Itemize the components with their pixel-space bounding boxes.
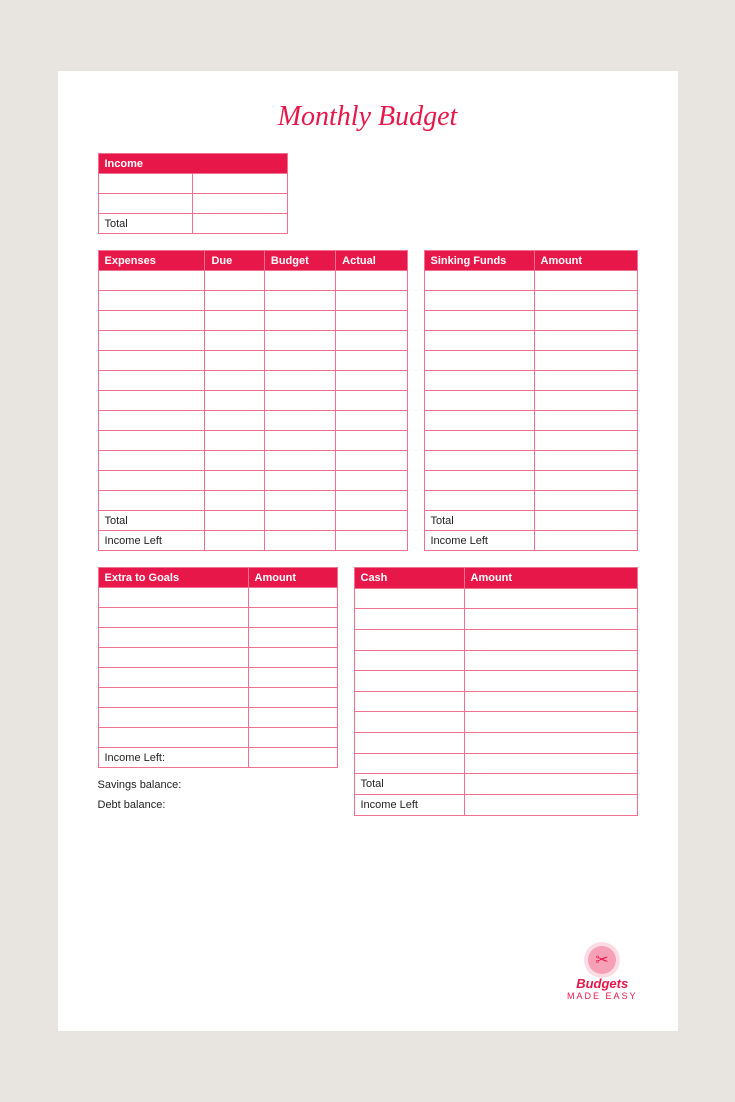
cash-table: Cash Amount Total Income Left: [354, 567, 638, 816]
sinking-funds-row: [424, 331, 637, 351]
logo-made-easy-text: MADE EASY: [567, 991, 638, 1001]
bottom-section: Extra to Goals Amount Income Left: Savin…: [98, 567, 638, 816]
sinking-funds-row: [424, 311, 637, 331]
expenses-row: [98, 271, 407, 291]
extra-goals-row: [98, 648, 337, 668]
expenses-row: [98, 411, 407, 431]
sinking-funds-row: [424, 371, 637, 391]
expenses-income-left-row: Income Left: [98, 531, 407, 551]
sinking-funds-row: [424, 491, 637, 511]
expenses-header-row: Expenses Due Budget Actual: [98, 251, 407, 271]
cash-row: [354, 609, 637, 630]
cash-row: [354, 650, 637, 671]
expenses-row: [98, 451, 407, 471]
expenses-row: [98, 431, 407, 451]
sinking-funds-row: [424, 291, 637, 311]
expenses-row: [98, 371, 407, 391]
income-row-1: [98, 174, 287, 194]
cash-col-header: Cash: [354, 568, 464, 589]
debt-balance-label: Debt balance:: [98, 796, 338, 816]
budget-page: Monthly Budget Income Total Ex: [58, 71, 678, 1031]
sinking-funds-row: [424, 451, 637, 471]
income-total-row: Total: [98, 214, 287, 234]
extra-goals-row: [98, 688, 337, 708]
sinking-funds-col-header: Sinking Funds: [424, 251, 534, 271]
extra-goals-amount-header: Amount: [248, 568, 337, 588]
expenses-row: [98, 311, 407, 331]
cash-row: [354, 712, 637, 733]
extra-goals-header-row: Extra to Goals Amount: [98, 568, 337, 588]
sinking-funds-total-row: Total: [424, 511, 637, 531]
sinking-funds-header-row: Sinking Funds Amount: [424, 251, 637, 271]
cash-header-row: Cash Amount: [354, 568, 637, 589]
income-header: Income: [98, 154, 287, 174]
extra-goals-row: [98, 708, 337, 728]
expenses-budget-header: Budget: [264, 251, 335, 271]
extra-goals-row: [98, 588, 337, 608]
extra-goals-container: Extra to Goals Amount Income Left: Savin…: [98, 567, 338, 816]
income-table: Income Total: [98, 153, 288, 234]
cash-row: [354, 629, 637, 650]
sinking-funds-row: [424, 271, 637, 291]
sinking-funds-table: Sinking Funds Amount Total Income Left: [424, 250, 638, 551]
sinking-funds-row: [424, 411, 637, 431]
expenses-row: [98, 331, 407, 351]
expenses-actual-header: Actual: [336, 251, 407, 271]
extra-goals-row: [98, 728, 337, 748]
extra-goals-row: [98, 608, 337, 628]
expenses-table: Expenses Due Budget Actual Total Income: [98, 250, 408, 551]
extra-goals-row: [98, 668, 337, 688]
extra-goals-income-left-label: Income Left:: [98, 748, 248, 768]
logo-budgets-text: Budgets: [576, 976, 628, 991]
extra-goals-table: Extra to Goals Amount Income Left:: [98, 567, 338, 768]
cash-income-left-row: Income Left: [354, 794, 637, 815]
expenses-total-label: Total: [98, 511, 205, 531]
cash-row: [354, 588, 637, 609]
cash-row: [354, 691, 637, 712]
svg-text:✂: ✂: [596, 952, 609, 969]
expenses-row: [98, 471, 407, 491]
cash-total-row: Total: [354, 774, 637, 795]
expenses-income-left-label: Income Left: [98, 531, 205, 551]
cash-row: [354, 733, 637, 754]
extra-goals-row: [98, 628, 337, 648]
cash-row: [354, 671, 637, 692]
sinking-funds-total-label: Total: [424, 511, 534, 531]
sinking-funds-row: [424, 471, 637, 491]
budgets-logo-icon: ✂: [582, 940, 622, 980]
middle-section: Expenses Due Budget Actual Total Income: [98, 250, 638, 551]
expenses-row: [98, 491, 407, 511]
cash-amount-header: Amount: [464, 568, 637, 589]
expenses-row: [98, 291, 407, 311]
sinking-funds-income-left-row: Income Left: [424, 531, 637, 551]
expenses-total-row: Total: [98, 511, 407, 531]
logo-area: ✂ Budgets MADE EASY: [567, 940, 638, 1001]
cash-total-label: Total: [354, 774, 464, 795]
extra-goals-col-header: Extra to Goals: [98, 568, 248, 588]
expenses-col-header: Expenses: [98, 251, 205, 271]
sinking-funds-amount-header: Amount: [534, 251, 637, 271]
savings-debt-section: Savings balance: Debt balance:: [98, 776, 338, 816]
page-title: Monthly Budget: [98, 101, 638, 133]
extra-goals-income-left-row: Income Left:: [98, 748, 337, 768]
income-row-2: [98, 194, 287, 214]
sinking-funds-row: [424, 431, 637, 451]
cash-row: [354, 753, 637, 774]
cash-income-left-label: Income Left: [354, 794, 464, 815]
sinking-funds-row: [424, 391, 637, 411]
income-header-row: Income: [98, 154, 287, 174]
sinking-funds-income-left-label: Income Left: [424, 531, 534, 551]
expenses-due-header: Due: [205, 251, 264, 271]
income-total-label: Total: [98, 214, 193, 234]
income-section: Income Total: [98, 153, 638, 234]
expenses-row: [98, 351, 407, 371]
sinking-funds-row: [424, 351, 637, 371]
savings-balance-label: Savings balance:: [98, 776, 338, 796]
expenses-row: [98, 391, 407, 411]
